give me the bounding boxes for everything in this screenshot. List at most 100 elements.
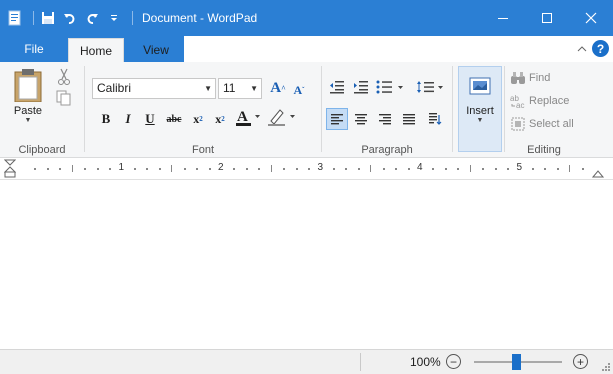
resize-grip-icon[interactable]	[601, 362, 611, 372]
ruler-number: 4	[417, 162, 423, 173]
ruler-dot	[183, 168, 186, 170]
copy-button[interactable]	[56, 90, 74, 108]
copy-icon	[56, 90, 71, 106]
ruler-dot	[357, 168, 360, 170]
toolbar-separator	[132, 11, 133, 25]
tab-home[interactable]: Home	[68, 38, 124, 62]
status-separator	[360, 353, 361, 371]
window-controls	[481, 0, 613, 36]
find-button[interactable]: Find	[510, 68, 550, 88]
underline-button[interactable]: U	[140, 108, 160, 130]
ruler-dot	[146, 168, 149, 170]
font-family-value: Calibri	[97, 81, 132, 95]
undo-icon[interactable]	[61, 9, 79, 27]
tabs-strip	[184, 36, 613, 62]
ruler-half-tick	[469, 165, 471, 172]
ruler-dot	[158, 168, 161, 170]
maximize-button[interactable]	[525, 0, 569, 36]
ribbon-tabs: File Home View ?	[0, 36, 613, 62]
window-title: Document - WordPad	[142, 11, 258, 25]
customize-toolbar-icon[interactable]	[105, 9, 123, 27]
ruler-dot	[59, 168, 62, 170]
ruler-dot	[531, 168, 534, 170]
tab-view-label: View	[143, 43, 169, 57]
close-button[interactable]	[569, 0, 613, 36]
replace-label: Replace	[529, 95, 570, 107]
bullets-button[interactable]	[374, 76, 408, 98]
ruler-number: 5	[516, 162, 523, 173]
ruler-dot	[133, 168, 136, 170]
ruler-dot	[84, 168, 87, 170]
ruler-dot	[283, 168, 286, 170]
minimize-button[interactable]	[481, 0, 525, 36]
ruler-dot	[258, 168, 261, 170]
font-family-select[interactable]: Calibri ▼	[92, 78, 216, 99]
highlight-color-button[interactable]	[266, 106, 300, 128]
tab-file[interactable]: File	[0, 36, 68, 62]
select-all-button[interactable]: Select all	[510, 114, 574, 134]
align-left-icon	[331, 114, 343, 125]
zoom-out-button[interactable]: −	[446, 354, 461, 369]
paragraph-settings-button[interactable]	[424, 108, 446, 130]
zoom-level: 100%	[410, 355, 441, 369]
text-color-button[interactable]: A	[234, 106, 264, 128]
ruler[interactable]: 1 2 3 4 5	[0, 158, 613, 180]
bold-button[interactable]: B	[96, 108, 116, 130]
title-bar[interactable]: Document - WordPad	[0, 0, 613, 36]
zoom-slider-thumb[interactable]	[512, 354, 521, 370]
chevron-down-icon: ▼	[204, 84, 212, 93]
ruler-dot	[196, 168, 199, 170]
tab-view[interactable]: View	[128, 38, 184, 62]
ruler-dot	[407, 168, 410, 170]
ruler-dot	[444, 168, 447, 170]
align-right-icon	[379, 114, 391, 125]
line-spacing-button[interactable]	[414, 76, 448, 98]
decrease-indent-icon	[330, 81, 344, 94]
strikethrough-button[interactable]: abc	[162, 108, 186, 130]
align-center-button[interactable]	[350, 108, 372, 130]
ruler-half-tick	[569, 165, 571, 172]
grow-font-button[interactable]: A ^	[268, 77, 288, 99]
paragraph-dialog-icon	[429, 113, 442, 125]
zoom-in-button[interactable]: +	[573, 354, 588, 369]
ruler-dot	[308, 168, 311, 170]
redo-icon[interactable]	[83, 9, 101, 27]
ruler-number: 1	[118, 162, 125, 173]
paste-label: Paste	[13, 105, 43, 117]
save-icon[interactable]	[39, 9, 57, 27]
insert-button[interactable]: Insert ▼	[458, 66, 502, 152]
indent-marker-icon[interactable]	[4, 159, 16, 179]
text-color-icon: A	[236, 109, 260, 126]
ruler-dot	[233, 168, 236, 170]
binoculars-icon	[510, 70, 526, 86]
ruler-dot	[482, 168, 485, 170]
replace-button[interactable]: ab ac Replace	[510, 91, 569, 111]
ruler-dot	[395, 168, 398, 170]
superscript-button[interactable]: x2	[210, 108, 230, 130]
align-left-button[interactable]	[326, 108, 348, 130]
right-indent-marker-icon[interactable]	[592, 166, 604, 178]
ruler-dot	[544, 168, 547, 170]
ruler-half-tick	[370, 165, 372, 172]
app-icon[interactable]	[6, 9, 24, 27]
minimize-ribbon-button[interactable]	[575, 42, 589, 56]
help-button[interactable]: ?	[592, 40, 609, 57]
increase-indent-button[interactable]	[350, 76, 372, 98]
decrease-indent-button[interactable]	[326, 76, 348, 98]
justify-button[interactable]	[398, 108, 420, 130]
subscript-button[interactable]: x2	[188, 108, 208, 130]
document-area[interactable]	[0, 181, 613, 349]
replace-icon: ab ac	[510, 93, 526, 109]
shrink-font-button[interactable]: Aˇ	[290, 79, 308, 101]
ruler-dot	[245, 168, 248, 170]
cut-button[interactable]	[56, 68, 74, 86]
ruler-dot	[345, 168, 348, 170]
paste-button[interactable]: Paste ▼	[10, 68, 46, 132]
maximize-icon	[542, 13, 552, 23]
italic-button[interactable]: I	[118, 108, 138, 130]
align-center-icon	[355, 114, 367, 125]
align-right-button[interactable]	[374, 108, 396, 130]
font-size-select[interactable]: 11 ▼	[218, 78, 262, 99]
ruler-dot	[556, 168, 559, 170]
ruler-number: 3	[317, 162, 324, 173]
